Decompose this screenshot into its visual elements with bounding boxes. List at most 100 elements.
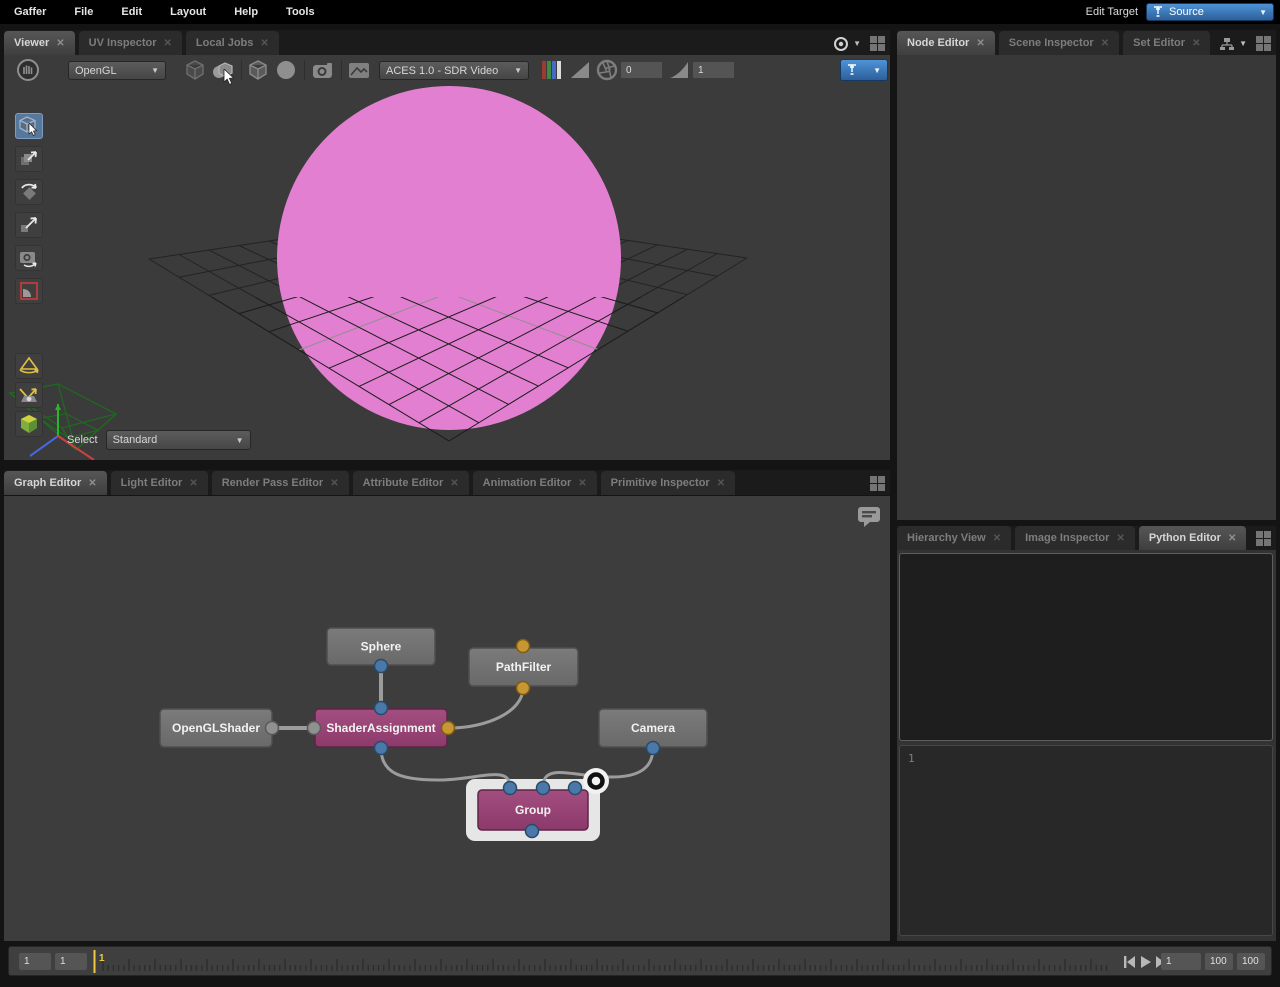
frame-number-field[interactable]: 1 [1161,953,1201,970]
port-blue[interactable] [375,702,388,715]
close-icon[interactable]: ✕ [578,478,586,489]
tab-viewer-uv-inspector[interactable]: UV Inspector✕ [79,31,182,55]
exposure-field[interactable]: 0 [620,61,663,79]
menu-file[interactable]: File [74,6,93,18]
graph-editor-panel[interactable]: SpherePathFilterOpenGLShaderShaderAssign… [4,496,890,941]
port-blue[interactable] [569,782,582,795]
menu-layout[interactable]: Layout [170,6,206,18]
port-blue[interactable] [537,782,550,795]
range-end-field[interactable]: 100 [1205,953,1233,970]
node-editor-panel [897,55,1276,520]
crop-window-tool-button[interactable] [15,278,43,304]
gamma-button[interactable] [668,59,690,81]
close-icon[interactable]: ✕ [993,533,1001,544]
light-position-tool-button[interactable] [15,382,43,408]
node-pathfilter[interactable]: PathFilter [469,648,578,686]
close-icon[interactable]: ✕ [88,478,96,489]
menu-gaffer[interactable]: Gaffer [14,6,46,18]
node-graph-canvas[interactable]: SpherePathFilterOpenGLShaderShaderAssign… [4,496,890,941]
playback-end-field[interactable]: 100 [1237,953,1265,970]
layout-grid-icon[interactable] [1255,35,1272,52]
node-openglshader[interactable]: OpenGLShader [160,709,272,747]
frame-start-field[interactable]: 1 [19,953,51,970]
close-icon[interactable]: ✕ [1228,533,1236,544]
renderer-dropdown[interactable]: OpenGL ▼ [68,61,166,80]
play-button[interactable] [1141,956,1151,968]
port-blue[interactable] [504,782,517,795]
tab-python-image-inspector[interactable]: Image Inspector✕ [1015,526,1135,550]
tab-nodeeditor-node-editor[interactable]: Node Editor✕ [897,31,995,55]
tab-graph-graph-editor[interactable]: Graph Editor✕ [4,471,107,495]
tab-graph-animation-editor[interactable]: Animation Editor✕ [473,471,597,495]
tab-nodeeditor-scene-inspector[interactable]: Scene Inspector✕ [999,31,1119,55]
select-tool-button[interactable] [15,113,43,139]
python-output-console[interactable] [899,553,1273,741]
channel-select-button[interactable] [541,59,563,81]
close-icon[interactable]: ✕ [976,38,984,49]
close-icon[interactable]: ✕ [189,478,197,489]
tab-nodeeditor-set-editor[interactable]: Set Editor✕ [1123,31,1210,55]
tab-graph-primitive-inspector[interactable]: Primitive Inspector✕ [601,471,735,495]
sphere-object[interactable] [277,86,621,430]
light-tool-button[interactable] [15,353,43,379]
layout-grid-icon[interactable] [869,35,886,52]
port-gold[interactable] [517,640,530,653]
tab-python-hierarchy-view[interactable]: Hierarchy View✕ [897,526,1011,550]
image-compare-button[interactable] [347,59,371,81]
python-input-editor[interactable]: 1 [899,745,1273,936]
close-icon[interactable]: ✕ [450,478,458,489]
rotate-tool-button[interactable] [15,179,43,205]
scale-tool-button[interactable] [15,212,43,238]
port-blue[interactable] [375,660,388,673]
close-icon[interactable]: ✕ [164,38,172,49]
viewport-3d[interactable] [4,84,890,460]
close-icon[interactable]: ✕ [1101,38,1109,49]
exposure-button[interactable] [596,59,618,81]
annotation-bubble-icon[interactable] [856,505,882,529]
layout-grid-icon[interactable] [1255,530,1272,547]
display-sphere-button[interactable] [275,59,297,81]
timeline-ruler[interactable]: 1 [93,947,1119,975]
viewer-pin-dropdown[interactable]: ▼ [840,59,888,81]
port-gold[interactable] [517,682,530,695]
port-blue[interactable] [526,825,539,838]
menu-tools[interactable]: Tools [286,6,315,18]
tab-viewer-viewer[interactable]: Viewer✕ [4,31,75,55]
tab-graph-render-pass-editor[interactable]: Render Pass Editor✕ [212,471,349,495]
visualiser-tool-button[interactable] [15,411,43,437]
port-gray[interactable] [308,722,321,735]
port-blue[interactable] [375,742,388,755]
menu-help[interactable]: Help [234,6,258,18]
tab-viewer-local-jobs[interactable]: Local Jobs✕ [186,31,279,55]
close-icon[interactable]: ✕ [1192,38,1200,49]
translate-tool-button[interactable] [15,146,43,172]
shading-wireframe-button[interactable] [184,59,206,81]
clipping-toggle-button[interactable] [569,59,591,81]
tab-python-python-editor[interactable]: Python Editor✕ [1139,526,1247,550]
select-mode-dropdown[interactable]: Standard ▼ [106,430,251,450]
tab-graph-light-editor[interactable]: Light Editor✕ [111,471,208,495]
current-frame-field[interactable]: 1 [55,953,87,970]
display-transform-dropdown[interactable]: ACES 1.0 - SDR Video ▼ [379,61,529,80]
pan-mode-button[interactable] [16,58,40,82]
edit-target-dropdown[interactable]: Source ▼ [1146,3,1274,21]
tab-graph-attribute-editor[interactable]: Attribute Editor✕ [353,471,469,495]
display-cube-button[interactable] [247,59,269,81]
close-icon[interactable]: ✕ [717,478,725,489]
layout-grid-icon[interactable] [869,475,886,492]
camera-settings-button[interactable] [311,59,335,81]
viewer-settings-button[interactable]: ▼ [833,36,861,52]
port-gold[interactable] [442,722,455,735]
close-icon[interactable]: ✕ [260,38,268,49]
close-icon[interactable]: ✕ [56,38,64,49]
port-gray[interactable] [266,722,279,735]
camera-tool-button[interactable] [15,245,43,271]
port-blue[interactable] [647,742,660,755]
skip-to-start-button[interactable] [1124,956,1135,968]
close-icon[interactable]: ✕ [330,478,338,489]
gamma-field[interactable]: 1 [692,61,735,79]
menu-edit[interactable]: Edit [121,6,142,18]
focus-badge[interactable] [583,768,609,794]
node-editor-mode-button[interactable]: ▼ [1219,37,1247,51]
close-icon[interactable]: ✕ [1116,533,1124,544]
